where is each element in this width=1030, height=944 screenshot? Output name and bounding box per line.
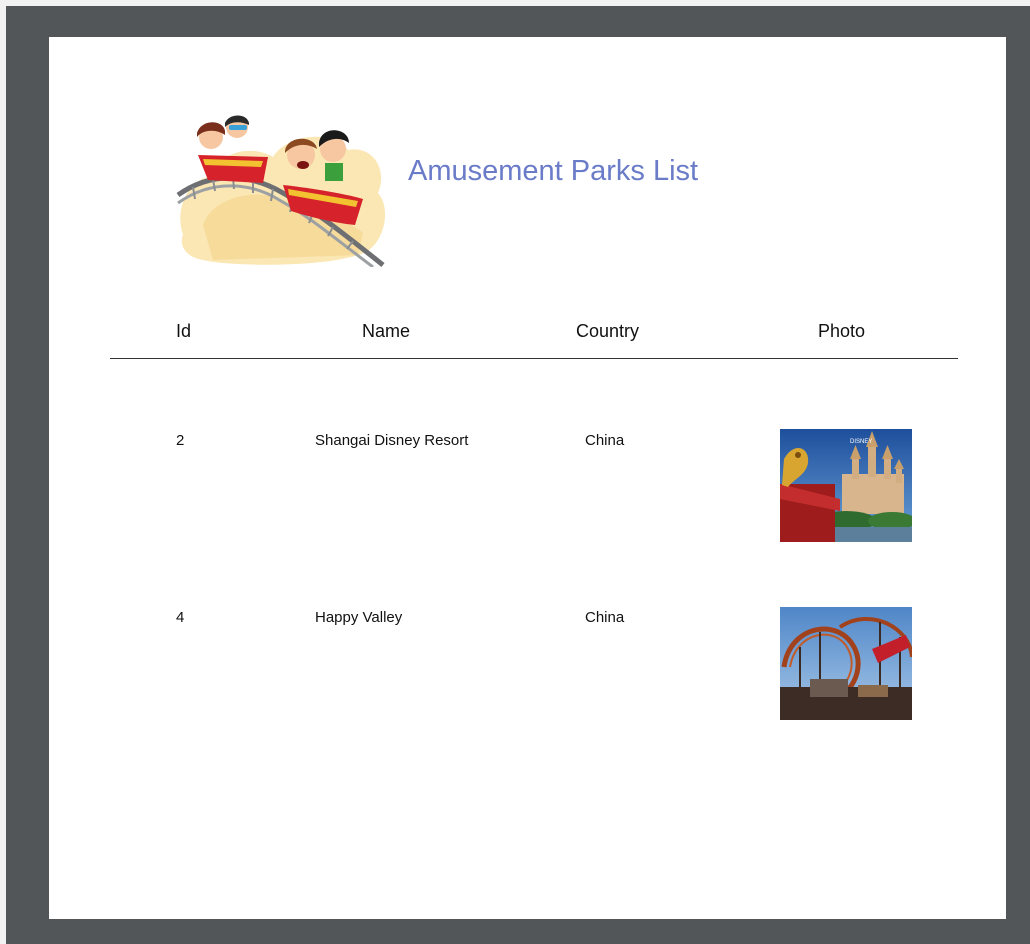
document-page: Amusement Parks List Id Name Country Pho…: [49, 37, 1006, 919]
cell-id: 2: [176, 432, 185, 449]
viewer-edge: [0, 0, 1030, 6]
roller-coaster-photo: [780, 607, 912, 720]
roller-coaster-logo: [173, 115, 393, 269]
column-header-name: Name: [362, 321, 411, 341]
report-title: Amusement Parks List: [408, 155, 699, 187]
header-divider: [110, 358, 958, 359]
disney-castle-photo: DISNEY: [780, 429, 912, 542]
column-header-id: Id: [176, 321, 192, 341]
viewer-edge: [0, 0, 6, 944]
cell-country: China: [585, 432, 625, 449]
column-header-photo: Photo: [818, 321, 866, 341]
cell-name: Happy Valley: [315, 609, 403, 626]
cell-id: 4: [176, 609, 185, 626]
column-header-country: Country: [576, 321, 640, 341]
cell-country: China: [585, 609, 625, 626]
cell-name: Shangai Disney Resort: [315, 432, 469, 449]
svg-text:DISNEY: DISNEY: [850, 439, 872, 445]
